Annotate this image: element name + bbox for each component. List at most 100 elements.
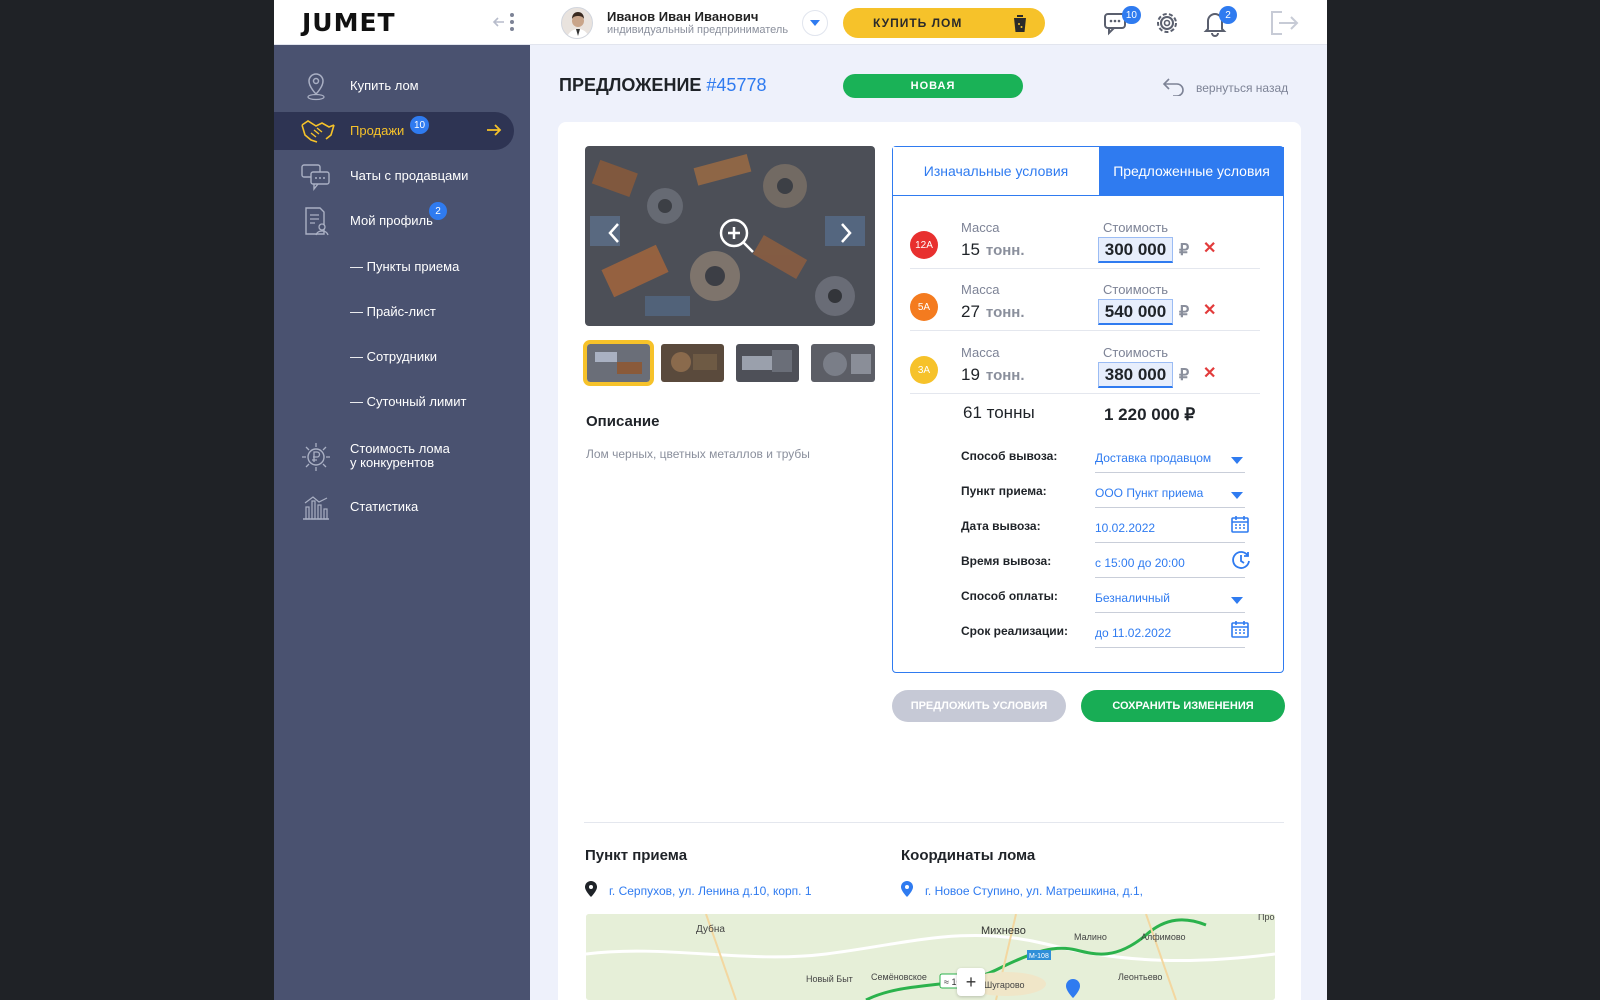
zoom-in-icon[interactable]	[717, 216, 757, 261]
field-realization-deadline[interactable]: Срок реализации: до 11.02.2022	[893, 618, 1283, 648]
map-label: Малино	[1074, 932, 1107, 942]
sales-badge: 10	[410, 116, 430, 134]
save-changes-button[interactable]: СОХРАНИТЬ ИЗМЕНЕНИЯ	[1081, 690, 1285, 722]
sidebar-item-label: Продажи	[350, 123, 405, 138]
field-payment-method[interactable]: Способ оплаты: Безналичный	[893, 583, 1283, 613]
sidebar-item-statistics[interactable]: Статистика	[274, 488, 514, 526]
map-label: Прос	[1258, 914, 1275, 922]
photo-thumbnail[interactable]	[661, 344, 724, 382]
field-pickup-time[interactable]: Время вывоза: с 15:00 до 20:00	[893, 548, 1283, 578]
sidebar-sub-reception-points[interactable]: — Пункты приема	[350, 259, 459, 274]
map-label: Новый Быт	[806, 974, 853, 984]
photo-thumbnail[interactable]	[736, 344, 799, 382]
scrap-address[interactable]: г. Новое Ступино, ул. Матрешкина, д.1,	[901, 881, 1143, 900]
terms-panel: Изначальные условия Предложенные условия…	[892, 146, 1284, 673]
pickup-date-input[interactable]: 10.02.2022	[1095, 521, 1245, 543]
mass-label: Масса	[961, 282, 1000, 297]
close-icon[interactable]: ✕	[1203, 363, 1216, 383]
scrap-coords-heading: Координаты лома	[901, 847, 1036, 864]
mass-value: 27 тонн.	[961, 302, 1025, 322]
scrap-bin-icon	[1011, 13, 1029, 36]
tab-initial-terms[interactable]: Изначальные условия	[893, 147, 1099, 195]
mass-unit: тонн.	[985, 367, 1025, 384]
scrap-photo[interactable]	[585, 146, 875, 326]
map-label: Дубна	[696, 923, 725, 935]
sidebar-item-profile[interactable]: Мой профиль 2	[274, 202, 514, 240]
mass-number: 27	[961, 302, 980, 321]
bell-icon[interactable]: 2	[1199, 6, 1237, 38]
photo-thumbnail[interactable]	[583, 340, 654, 386]
close-icon[interactable]: ✕	[1203, 300, 1216, 320]
user-name: Иванов Иван Иванович	[607, 9, 759, 24]
chevron-down-icon[interactable]	[1231, 487, 1243, 505]
pickup-time-input[interactable]: с 15:00 до 20:00	[1095, 556, 1245, 578]
price-input[interactable]: 380 000	[1098, 362, 1173, 388]
user-menu-chevron-down-icon[interactable]	[802, 10, 828, 36]
sidebar-item-chats[interactable]: Чаты с продавцами	[274, 157, 514, 195]
total-price: 1 220 000 ₽	[1104, 405, 1196, 424]
calendar-icon[interactable]	[1231, 515, 1249, 538]
chevron-left-icon[interactable]	[607, 222, 621, 249]
section-divider	[584, 822, 1284, 823]
chevron-down-icon[interactable]	[1231, 452, 1243, 470]
collapse-sidebar-icon[interactable]	[492, 11, 518, 33]
sidebar-sub-price-list[interactable]: — Прайс-лист	[350, 304, 436, 319]
field-label: Дата вывоза:	[961, 519, 1041, 533]
sidebar-item-competitor-prices[interactable]: Стоимость лома у конкурентов	[274, 434, 514, 480]
payment-method-select[interactable]: Безналичный	[1095, 591, 1245, 613]
price-input[interactable]: 300 000	[1098, 237, 1173, 263]
tab-proposed-terms[interactable]: Предложенные условия	[1099, 147, 1284, 195]
field-label: Срок реализации:	[961, 624, 1068, 638]
ruble-icon: ₽	[1179, 242, 1190, 259]
grade-badge: 5А	[910, 293, 938, 321]
pickup-address-text: г. Серпухов, ул. Ленина д.10, корп. 1	[609, 883, 812, 898]
scrap-row: 5А Масса 27 тонн. Стоимость 540 000 ₽ ✕	[893, 269, 1283, 331]
clock-icon[interactable]	[1231, 550, 1251, 575]
sidebar-sub-employees[interactable]: — Сотрудники	[350, 349, 437, 364]
calendar-icon[interactable]	[1231, 620, 1249, 643]
close-icon[interactable]: ✕	[1203, 238, 1216, 258]
realization-deadline-input[interactable]: до 11.02.2022	[1095, 626, 1245, 648]
road-label: М-108	[1029, 953, 1049, 960]
profile-document-icon	[300, 205, 332, 237]
undo-arrow-icon	[1162, 76, 1186, 99]
row-divider	[910, 393, 1260, 394]
photo-thumbnail[interactable]	[811, 344, 875, 382]
propose-terms-button[interactable]: ПРЕДЛОЖИТЬ УСЛОВИЯ	[892, 690, 1066, 722]
avatar[interactable]	[561, 7, 593, 39]
sidebar-item-buy-scrap[interactable]: Купить лом	[274, 67, 514, 105]
gear-icon[interactable]	[1151, 8, 1183, 38]
price-input[interactable]: 540 000	[1098, 299, 1173, 325]
field-delivery-method[interactable]: Способ вывоза: Доставка продавцом	[893, 443, 1283, 473]
sidebar-sub-daily-limit[interactable]: — Суточный лимит	[350, 394, 466, 409]
sidebar-item-sales[interactable]: Продажи 10	[274, 112, 514, 150]
sidebar-item-label: Стоимость лома	[350, 441, 450, 456]
chevron-down-icon[interactable]	[1231, 592, 1243, 610]
offer-number: #45778	[706, 75, 767, 95]
field-reception-point[interactable]: Пункт приема: ООО Пункт приема	[893, 478, 1283, 508]
pickup-address[interactable]: г. Серпухов, ул. Ленина д.10, корп. 1	[585, 881, 812, 900]
row-divider	[910, 330, 1260, 331]
mass-number: 19	[961, 365, 980, 384]
sidebar-item-label: Чаты с продавцами	[350, 168, 469, 183]
chats-icon[interactable]: 10	[1103, 6, 1141, 38]
grade-badge: 12А	[910, 231, 938, 259]
tab-divider	[893, 195, 1283, 196]
map[interactable]: Дубна Михнево Малино Алфимово Прос Новый…	[586, 914, 1275, 1000]
sidebar-item-label: Статистика	[350, 499, 419, 514]
scrap-address-text: г. Новое Ступино, ул. Матрешкина, д.1,	[925, 883, 1143, 898]
logout-icon[interactable]	[1268, 8, 1300, 38]
buy-scrap-label: КУПИТЬ ЛОМ	[873, 16, 963, 30]
field-label: Способ вывоза:	[961, 449, 1058, 463]
delivery-method-select[interactable]: Доставка продавцом	[1095, 451, 1245, 473]
back-link[interactable]: вернуться назад	[1162, 76, 1288, 99]
chevron-right-icon[interactable]	[839, 222, 853, 249]
mass-label: Масса	[961, 220, 1000, 235]
reception-point-select[interactable]: ООО Пункт приема	[1095, 486, 1245, 508]
field-pickup-date[interactable]: Дата вывоза: 10.02.2022	[893, 513, 1283, 543]
handshake-icon	[300, 115, 335, 147]
chats-badge: 10	[1121, 6, 1141, 24]
map-label: Михнево	[981, 925, 1026, 937]
map-zoom-in-button[interactable]: +	[957, 968, 985, 996]
buy-scrap-button[interactable]: КУПИТЬ ЛОМ	[843, 8, 1045, 38]
